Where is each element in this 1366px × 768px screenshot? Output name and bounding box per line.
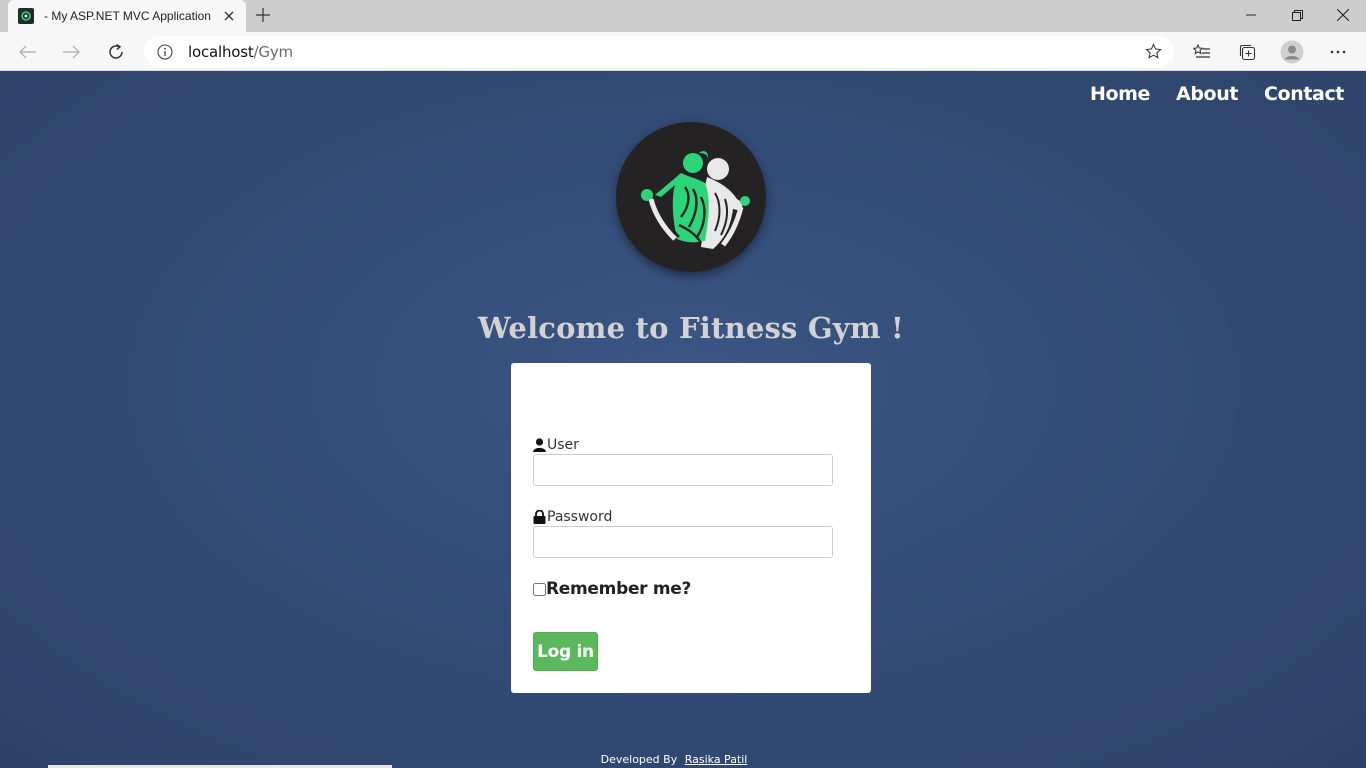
tab-title: - My ASP.NET MVC Application (44, 9, 211, 23)
browser-tabstrip: - My ASP.NET MVC Application (0, 0, 1366, 32)
browser-tab[interactable]: - My ASP.NET MVC Application (8, 0, 246, 32)
new-tab-icon[interactable] (252, 4, 274, 26)
back-arrow-icon[interactable] (13, 37, 43, 67)
lock-icon (533, 510, 546, 524)
fitness-logo (616, 122, 766, 272)
nav-contact-link[interactable]: Contact (1264, 83, 1344, 105)
login-form: User Password Remember me? Log in (511, 363, 871, 693)
top-navigation: Home About Contact (1090, 83, 1344, 105)
nav-home-link[interactable]: Home (1090, 83, 1150, 105)
password-input[interactable] (533, 526, 833, 558)
address-host: localhost (188, 42, 254, 61)
developed-by-text: Developed By (600, 753, 678, 766)
user-label: User (533, 437, 579, 453)
remember-me-checkbox[interactable] (533, 582, 546, 596)
page-content: Home About Contact Welcome to Fitness Gy… (0, 71, 1366, 768)
author-link[interactable]: Rasika Patil (685, 753, 748, 766)
welcome-heading: Welcome to Fitness Gym ! (478, 311, 904, 345)
address-url: localhost/Gym (188, 43, 293, 61)
fitness-couple-icon (641, 151, 750, 249)
remember-me[interactable]: Remember me? (533, 579, 691, 599)
user-label-text: User (547, 437, 579, 453)
address-path: /Gym (253, 42, 294, 61)
refresh-icon[interactable] (101, 37, 131, 67)
password-label-text: Password (547, 509, 613, 525)
favorites-list-icon[interactable] (1187, 37, 1217, 67)
address-bar[interactable]: localhost/Gym (144, 36, 1174, 67)
nav-about-link[interactable]: About (1176, 83, 1238, 105)
close-window-icon[interactable] (1320, 0, 1366, 30)
login-button[interactable]: Log in (533, 632, 598, 671)
favorite-star-icon[interactable] (1145, 43, 1162, 60)
site-info-icon[interactable] (157, 43, 173, 60)
remember-me-label: Remember me? (546, 579, 692, 599)
close-tab-icon[interactable] (218, 5, 240, 27)
password-label: Password (533, 509, 612, 525)
collections-icon[interactable] (1232, 37, 1262, 67)
profile-avatar-icon[interactable] (1277, 37, 1307, 67)
browser-toolbar: localhost/Gym (0, 32, 1366, 71)
minimize-icon[interactable] (1228, 0, 1274, 30)
gym-favicon-icon (18, 8, 34, 24)
forward-arrow-icon[interactable] (56, 37, 86, 67)
restore-icon[interactable] (1274, 0, 1320, 30)
username-input[interactable] (533, 454, 833, 486)
user-icon (533, 438, 546, 452)
more-options-icon[interactable] (1323, 37, 1353, 67)
